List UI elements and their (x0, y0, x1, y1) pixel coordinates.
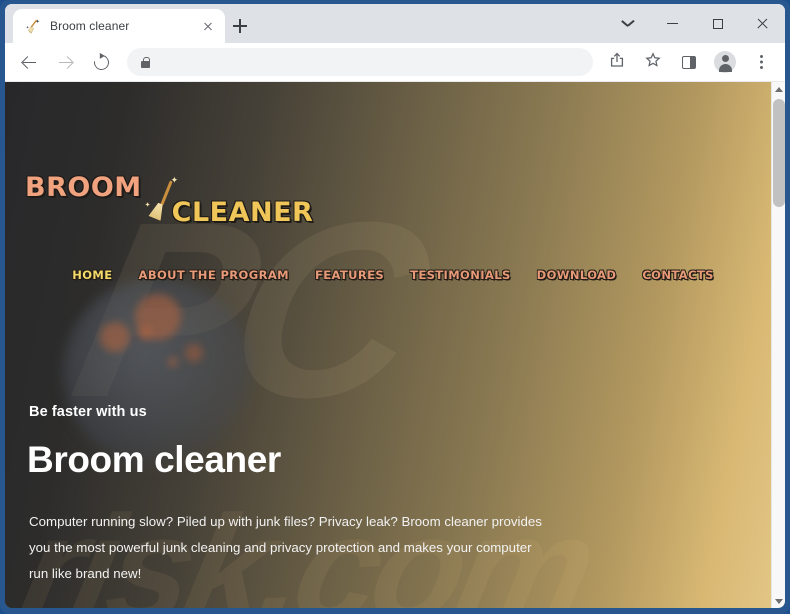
page-title: Broom cleaner (27, 439, 281, 480)
scroll-down-button[interactable] (772, 594, 785, 608)
minimize-button[interactable] (650, 4, 695, 43)
forward-button[interactable] (51, 48, 79, 76)
star-icon (645, 51, 661, 73)
reload-button[interactable] (87, 48, 115, 76)
tab-title: Broom cleaner (50, 19, 130, 33)
lock-icon (141, 56, 150, 68)
main-navigation: HOME ABOUT THE PROGRAM FEATURES TESTIMON… (5, 268, 771, 282)
tab-strip: Broom cleaner (5, 4, 785, 43)
page-scrollbar[interactable] (771, 82, 785, 608)
browser-toolbar (5, 43, 785, 82)
browser-window-inner: Broom cleaner PC risk.com BROOM ✦ ✦ CLEA… (5, 4, 785, 608)
address-bar[interactable] (127, 48, 593, 76)
share-icon (609, 52, 625, 73)
hero-kicker: Be faster with us (29, 404, 147, 420)
forward-arrow-icon (58, 55, 73, 70)
scroll-up-button[interactable] (772, 82, 785, 96)
new-tab-button[interactable] (227, 13, 253, 39)
browser-tab[interactable]: Broom cleaner (13, 9, 225, 43)
profile-button[interactable] (711, 48, 739, 76)
nav-item-download[interactable]: DOWNLOAD (537, 268, 617, 282)
site-logo[interactable]: BROOM ✦ ✦ CLEANER (25, 174, 313, 232)
decorative-dot (138, 326, 152, 340)
tab-search-button[interactable] (605, 4, 650, 43)
scroll-down-arrow-icon (775, 598, 783, 604)
side-panel-icon (682, 55, 696, 69)
side-panel-button[interactable] (675, 48, 703, 76)
scrollbar-thumb[interactable] (773, 99, 785, 207)
profile-avatar-icon (714, 51, 736, 73)
maximize-icon (712, 18, 723, 29)
three-dot-menu-icon (759, 54, 763, 70)
reload-icon (90, 51, 112, 73)
broom-favicon-icon (24, 18, 41, 35)
hero-description: Computer running slow? Piled up with jun… (29, 514, 542, 581)
sparkle-icon: ✦ (144, 202, 151, 209)
scroll-up-arrow-icon (775, 86, 783, 92)
nav-item-features[interactable]: FEATURES (315, 268, 384, 282)
decorative-dot (100, 322, 130, 352)
back-button[interactable] (15, 48, 43, 76)
decorative-dot (185, 344, 203, 362)
browser-window: Broom cleaner PC risk.com BROOM ✦ ✦ CLEA… (0, 0, 790, 614)
back-arrow-icon (22, 55, 37, 70)
nav-item-home[interactable]: HOME (72, 268, 112, 282)
decorative-dot (168, 357, 178, 367)
bookmark-button[interactable] (639, 48, 667, 76)
close-window-button[interactable] (740, 4, 785, 43)
logo-word-broom: BROOM (25, 172, 142, 203)
window-controls (605, 4, 785, 43)
nav-item-about-the-program[interactable]: ABOUT THE PROGRAM (139, 268, 289, 282)
browser-menu-button[interactable] (747, 48, 775, 76)
share-button[interactable] (603, 48, 631, 76)
chevron-down-icon (622, 20, 633, 27)
website-content: PC risk.com BROOM ✦ ✦ CLEANER HOME ABOUT… (5, 82, 771, 608)
sparkle-icon: ✦ (170, 175, 179, 185)
close-icon (757, 18, 769, 30)
maximize-button[interactable] (695, 4, 740, 43)
page-viewport: PC risk.com BROOM ✦ ✦ CLEANER HOME ABOUT… (5, 82, 785, 608)
logo-word-cleaner: CLEANER (171, 197, 314, 228)
tab-close-icon[interactable] (199, 17, 217, 35)
nav-item-testimonials[interactable]: TESTIMONIALS (410, 268, 511, 282)
broom-icon: ✦ ✦ (144, 176, 178, 228)
nav-item-contacts[interactable]: CONTACTS (642, 268, 713, 282)
minimize-icon (667, 22, 678, 25)
